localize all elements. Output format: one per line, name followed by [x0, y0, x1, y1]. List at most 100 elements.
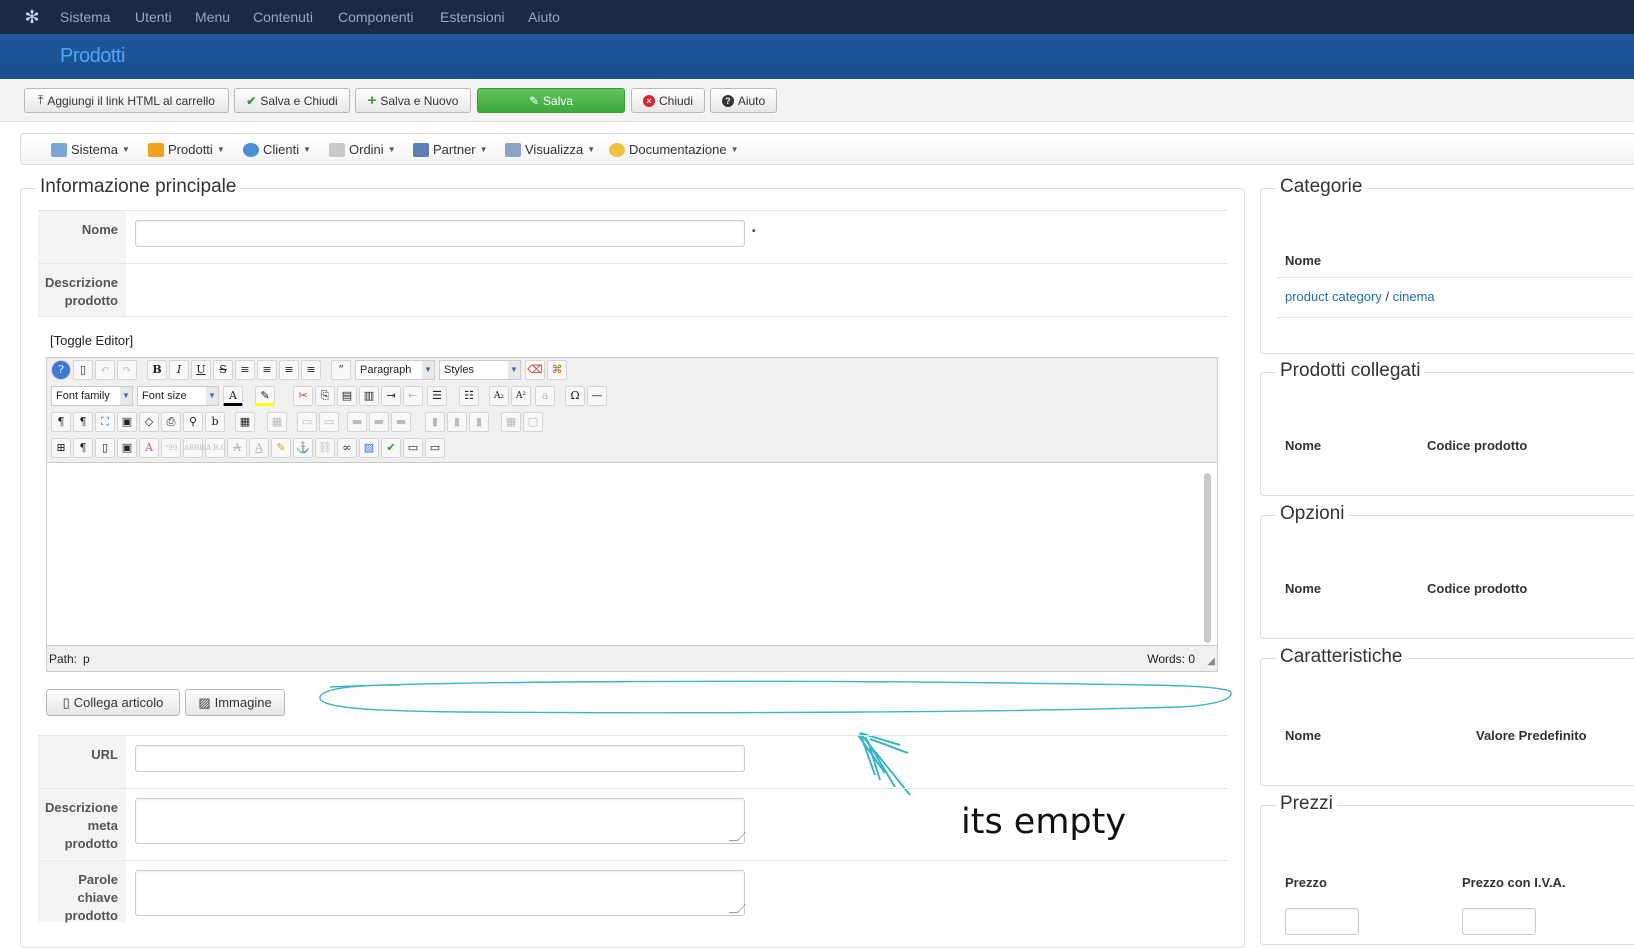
font-size-select[interactable]: Font size ▼	[137, 386, 219, 406]
delete-col-icon[interactable]: ▮	[469, 412, 489, 432]
fullscreen-icon[interactable]: ⛶	[95, 412, 115, 432]
del-icon[interactable]: A	[227, 438, 247, 458]
add-html-link-button[interactable]: ⤒ Aggiungi il link HTML al carrello	[24, 88, 229, 113]
align-right-icon[interactable]: ≡	[301, 360, 321, 380]
image-button[interactable]: ▨ Immagine	[185, 689, 285, 716]
italic-icon[interactable]: I	[169, 360, 189, 380]
strikethrough-icon[interactable]: S	[213, 360, 233, 380]
copy-icon[interactable]: ⎘	[315, 386, 335, 406]
unordered-list-icon[interactable]: ☷	[459, 386, 479, 406]
nav-sistema[interactable]: Sistema	[60, 9, 111, 25]
nav-componenti[interactable]: Componenti	[338, 9, 414, 25]
menu-partner[interactable]: Partner ▼	[413, 142, 488, 157]
print-icon[interactable]: ⎙	[161, 412, 181, 432]
underline-icon[interactable]: U	[191, 360, 211, 380]
toggle-editor-link[interactable]: [Toggle Editor]	[50, 333, 133, 348]
readmore-icon[interactable]: ▭	[425, 438, 445, 458]
insert-col-after-icon[interactable]: ▮	[447, 412, 467, 432]
new-document-icon[interactable]: ▯	[73, 360, 93, 380]
delete-table-icon[interactable]: ▦	[267, 412, 287, 432]
special-char-icon[interactable]: Ω	[565, 386, 585, 406]
eraser-icon[interactable]: ⌫	[525, 360, 545, 380]
abbr-icon[interactable]: ABBR	[183, 438, 205, 458]
spellcheck-icon[interactable]: a	[535, 386, 555, 406]
joomla-logo-icon[interactable]: ✻	[22, 7, 42, 27]
save-button[interactable]: ✎ Salva	[477, 88, 625, 113]
nav-utenti[interactable]: Utenti	[135, 9, 172, 25]
paste-text-icon[interactable]: ▥	[359, 386, 379, 406]
ltr-icon[interactable]: ¶	[51, 412, 71, 432]
text-color-icon[interactable]: A	[223, 386, 243, 406]
menu-documentazione[interactable]: Documentazione ▼	[609, 142, 738, 157]
ordered-list-icon[interactable]: ☰	[427, 386, 447, 406]
nav-menu[interactable]: Menu	[195, 9, 230, 25]
template-icon[interactable]: ▯	[95, 438, 115, 458]
menu-visualizza[interactable]: Visualizza ▼	[505, 142, 595, 157]
layer-icon[interactable]: ▣	[117, 438, 137, 458]
nav-estensioni[interactable]: Estensioni	[440, 9, 505, 25]
meta-desc-textarea[interactable]	[135, 798, 745, 844]
close-button[interactable]: × Chiudi	[631, 88, 705, 113]
style-props-icon[interactable]: A	[139, 438, 159, 458]
font-family-select[interactable]: Font family ▼	[51, 386, 133, 406]
unlink-icon[interactable]: ⛓	[315, 438, 335, 458]
align-justify-icon[interactable]: ≡	[235, 360, 255, 380]
page-break-icon[interactable]: ▭	[403, 438, 423, 458]
menu-clienti[interactable]: Clienti ▼	[243, 142, 311, 157]
editor-content-area[interactable]	[47, 462, 1217, 646]
split-cells-icon[interactable]: ▦	[501, 412, 521, 432]
merge-cells-icon[interactable]: ▢	[523, 412, 543, 432]
subscript-icon[interactable]: A₂	[489, 386, 509, 406]
editor-scrollbar[interactable]	[1204, 473, 1211, 643]
insert-row-after-icon[interactable]: ▬	[369, 412, 389, 432]
cut-icon[interactable]: ✂	[293, 386, 313, 406]
nav-aiuto[interactable]: Aiuto	[528, 9, 560, 25]
redo-icon[interactable]: ↷	[117, 360, 137, 380]
outdent-icon[interactable]: ⇤	[403, 386, 423, 406]
blockquote-icon[interactable]: “	[331, 360, 351, 380]
undo-icon[interactable]: ↶	[95, 360, 115, 380]
keywords-textarea[interactable]	[135, 870, 745, 916]
spellcheck-abc-icon[interactable]: ✔	[381, 438, 401, 458]
image-icon[interactable]: ▨	[359, 438, 379, 458]
path-value[interactable]: p	[83, 652, 90, 666]
link-icon[interactable]: ∞	[337, 438, 357, 458]
insert-row-before-icon[interactable]: ▬	[347, 412, 367, 432]
format-select[interactable]: Paragraph ▼	[355, 360, 435, 380]
menu-ordini[interactable]: Ordini ▼	[329, 142, 396, 157]
code-icon[interactable]: ◇	[139, 412, 159, 432]
category-parent-link[interactable]: product category	[1285, 289, 1382, 304]
search-icon[interactable]: ⚲	[183, 412, 203, 432]
link-article-button[interactable]: ▯ Collega articolo	[46, 689, 180, 716]
menu-prodotti[interactable]: Prodotti ▼	[148, 142, 225, 157]
table-icon[interactable]: ▦	[235, 412, 255, 432]
anchor-icon[interactable]: ⚓	[293, 438, 313, 458]
visual-aid-icon[interactable]: ⊞	[51, 438, 71, 458]
align-left-icon[interactable]: ≡	[279, 360, 299, 380]
ins-icon[interactable]: A	[249, 438, 269, 458]
indent-icon[interactable]: ⇥	[381, 386, 401, 406]
url-input[interactable]	[135, 745, 745, 772]
category-child-link[interactable]: cinema	[1393, 289, 1435, 304]
replace-icon[interactable]: b	[205, 412, 225, 432]
save-new-button[interactable]: + Salva e Nuovo	[355, 88, 471, 113]
help-button[interactable]: ? Aiuto	[710, 88, 777, 113]
save-close-button[interactable]: ✔ Salva e Chiudi	[234, 88, 350, 113]
row-props-icon[interactable]: ▭	[297, 412, 317, 432]
delete-row-icon[interactable]: ▬	[391, 412, 411, 432]
preview-icon[interactable]: ▣	[117, 412, 137, 432]
nav-contenuti[interactable]: Contenuti	[253, 9, 313, 25]
styles-select[interactable]: Styles ▼	[439, 360, 521, 380]
insert-col-before-icon[interactable]: ▮	[425, 412, 445, 432]
show-blocks-icon[interactable]: ¶	[73, 438, 93, 458]
highlight-color-icon[interactable]: ✎	[255, 386, 275, 406]
superscript-icon[interactable]: A²	[511, 386, 531, 406]
align-center-icon[interactable]: ≡	[257, 360, 277, 380]
attribs-icon[interactable]: ✎	[271, 438, 291, 458]
rtl-icon[interactable]: ¶	[73, 412, 93, 432]
menu-sistema[interactable]: Sistema ▼	[51, 142, 130, 157]
help-icon[interactable]: ?	[51, 360, 71, 380]
acronym-icon[interactable]: A.B.C	[205, 438, 226, 458]
horizontal-rule-icon[interactable]: —	[587, 386, 607, 406]
cell-props-icon[interactable]: ▭	[319, 412, 339, 432]
